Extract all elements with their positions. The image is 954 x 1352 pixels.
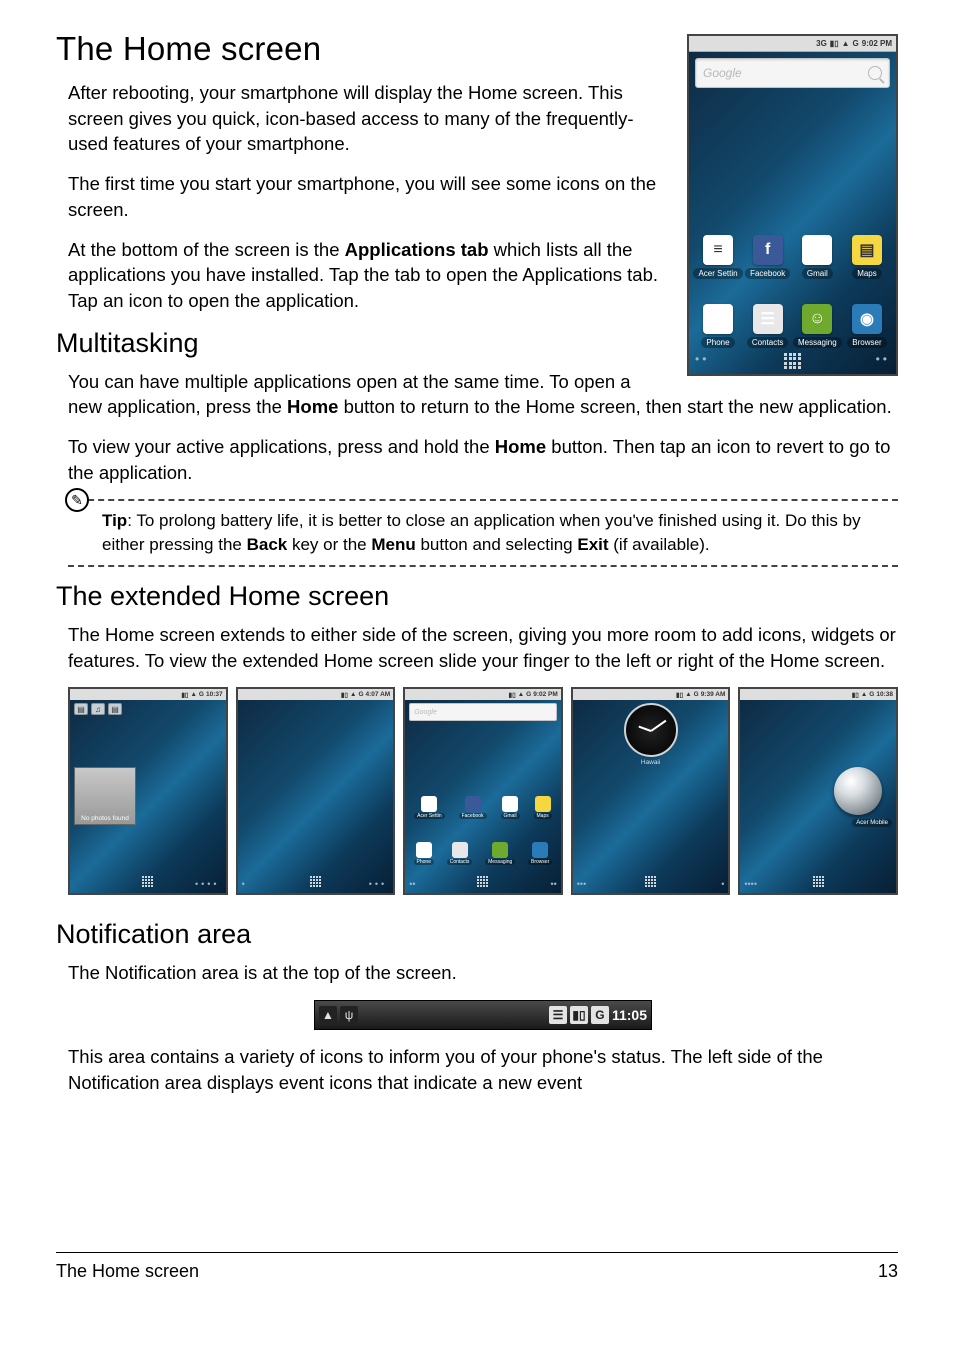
photo-widget: No photos found (74, 767, 136, 825)
app-icon: ✆ Phone (694, 304, 742, 348)
phone-screenshot-large: 3G▮▯▲G9:02 PM Google ≡ Acer Settin f Facebo… (687, 34, 898, 376)
app-icon: ◉ Browser (843, 304, 891, 348)
app-icon: ▤ Maps (843, 235, 891, 279)
notif-icon: ▲ (319, 1006, 337, 1024)
app-row-2: ✆ Phone ☰ Contacts ☺ Messaging ◉ Browser (689, 304, 896, 348)
apps-tab (689, 352, 896, 370)
app-icon-glyph: ✆ (703, 304, 733, 334)
globe-label: Acer Mobile (852, 819, 892, 827)
app-icon: f Facebook (744, 235, 792, 279)
app-icon-label: Contacts (747, 337, 789, 348)
search-placeholder: Google (703, 66, 742, 80)
clock-widget (624, 703, 678, 757)
app-icon: ≡ Acer Settin (694, 235, 742, 279)
paragraph-multitasking-view: To view your active applications, press … (68, 434, 898, 485)
app-icon-label: Maps (852, 268, 882, 279)
search-icon (868, 66, 882, 80)
paragraph-notif-intro: The Notification area is at the top of t… (68, 960, 898, 986)
globe-widget (834, 767, 882, 815)
app-icon-glyph: f (753, 235, 783, 265)
page-footer: The Home screen 13 (56, 1252, 898, 1282)
app-icon-label: Acer Settin (693, 268, 742, 279)
notif-icon: G (591, 1006, 609, 1024)
apps-grid-icon (784, 353, 801, 370)
ext-screen-2: ▮▯▲G4:07 AM ••• • (236, 687, 396, 895)
notif-icon: ☰ (549, 1006, 567, 1024)
app-icon-glyph: ▤ (852, 235, 882, 265)
page-number: 13 (878, 1261, 898, 1282)
paragraph-notif-detail: This area contains a variety of icons to… (68, 1044, 898, 1095)
extended-home-screenshots: ▮▯▲G10:37 ▤♫▤ No photos found •••• ▮▯▲G4… (68, 687, 898, 895)
app-icon: M Gmail (793, 235, 841, 279)
app-icon-glyph: M (802, 235, 832, 265)
ext-screen-5: ▮▯▲G10:38 Acer Mobile •••• (738, 687, 898, 895)
app-icon-label: Facebook (745, 268, 790, 279)
notification-bar-image: ▲ψ ☰▮▯G11:05 (314, 1000, 652, 1030)
heading-extended-home: The extended Home screen (56, 581, 898, 612)
heading-notification-area: Notification area (56, 919, 898, 950)
app-icon-glyph: ☰ (753, 304, 783, 334)
notif-icon: ψ (340, 1006, 358, 1024)
app-icon-glyph: ◉ (852, 304, 882, 334)
status-tray: ▤♫▤ (74, 703, 122, 715)
ext-screen-1: ▮▯▲G10:37 ▤♫▤ No photos found •••• (68, 687, 228, 895)
app-icon-glyph: ☺ (802, 304, 832, 334)
app-icon-glyph: ≡ (703, 235, 733, 265)
notif-icon: ▮▯ (570, 1006, 588, 1024)
paragraph-extended: The Home screen extends to either side o… (68, 622, 898, 673)
search-bar: Google (695, 58, 890, 88)
app-icon-label: Gmail (802, 268, 833, 279)
status-time: 9:02 PM (862, 39, 892, 48)
app-icon: ☺ Messaging (793, 304, 841, 348)
app-icon-label: Messaging (793, 337, 842, 348)
clock-label: Hawaii (573, 759, 729, 766)
page-indicator-right: •• (876, 352, 890, 366)
app-row-1: ≡ Acer Settin f Facebook M Gmail ▤ Maps (689, 235, 896, 279)
app-icon-label: Browser (847, 337, 886, 348)
ext-screen-4: ▮▯▲G9:39 AM Hawaii ••• • (571, 687, 731, 895)
app-icon-label: Phone (701, 337, 734, 348)
ext-screen-3: ▮▯▲G9:02 PM Google Acer SettinFacebookGm… (403, 687, 563, 895)
footer-title: The Home screen (56, 1261, 199, 1282)
app-icon: ☰ Contacts (744, 304, 792, 348)
status-bar: 3G▮▯▲G9:02 PM (689, 36, 896, 52)
search-bar: Google (409, 703, 557, 721)
notif-time: 11:05 (612, 1007, 647, 1023)
paragraph-multitasking-open: You can have multiple applications open … (68, 369, 898, 420)
tip-box: ✎ Tip: To prolong battery life, it is be… (68, 499, 898, 567)
tip-text: Tip: To prolong battery life, it is bett… (68, 509, 898, 557)
